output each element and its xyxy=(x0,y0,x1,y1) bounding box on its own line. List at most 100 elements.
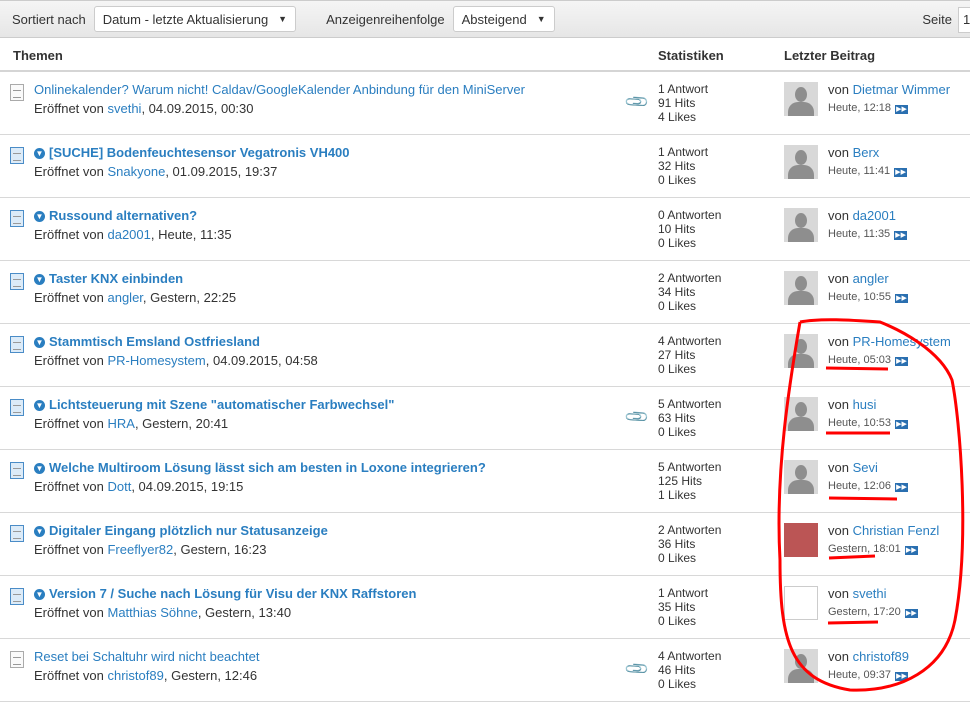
avatar[interactable] xyxy=(784,271,818,305)
replies-count: 5 Antworten xyxy=(658,397,722,411)
replies-count: 0 Antworten xyxy=(658,208,722,222)
thread-title-link[interactable]: Welche Multiroom Lösung lässt sich am be… xyxy=(49,460,486,475)
likes-count: 0 Likes xyxy=(658,362,697,376)
avatar[interactable] xyxy=(784,460,818,494)
thread-title-link[interactable]: Taster KNX einbinden xyxy=(49,271,183,286)
last-post-time: Heute, 10:55 ▶▶ xyxy=(828,291,908,303)
go-to-last-post-icon[interactable]: ▶▶ xyxy=(904,609,918,618)
last-time: Heute, 12:06 xyxy=(828,480,891,492)
last-post-time: Heute, 12:06 ▶▶ xyxy=(828,480,908,492)
author-link[interactable]: angler xyxy=(107,290,142,305)
first-unread-icon[interactable]: ▼ xyxy=(34,337,45,348)
author-link[interactable]: Snakyone xyxy=(107,164,165,179)
avatar[interactable] xyxy=(784,334,818,368)
first-unread-icon[interactable]: ▼ xyxy=(34,274,45,285)
order-select[interactable]: Absteigend ▼ xyxy=(452,6,555,32)
likes-count: 0 Likes xyxy=(658,236,697,250)
author-link[interactable]: Freeflyer82 xyxy=(107,542,173,557)
thread-opened: Eröffnet von Snakyone, 01.09.2015, 19:37 xyxy=(34,164,277,179)
go-to-last-post-icon[interactable]: ▶▶ xyxy=(895,672,908,681)
thread-title-link[interactable]: Stammtisch Emsland Ostfriesland xyxy=(49,334,260,349)
last-user-link[interactable]: angler xyxy=(853,271,889,286)
go-to-last-post-icon[interactable]: ▶▶ xyxy=(894,231,908,240)
avatar[interactable] xyxy=(784,82,818,116)
thread-title-link[interactable]: Version 7 / Suche nach Lösung für Visu d… xyxy=(49,586,416,601)
first-unread-icon[interactable]: ▼ xyxy=(34,148,45,159)
thread-title-link[interactable]: Russound alternativen? xyxy=(49,208,197,223)
last-time: Heute, 11:35 xyxy=(828,228,891,240)
avatar[interactable] xyxy=(784,649,818,683)
hits-count: 91 Hits xyxy=(658,96,696,110)
by-label: von xyxy=(828,649,853,664)
header-topics[interactable]: Themen xyxy=(13,48,63,63)
thread-document-icon xyxy=(10,147,24,164)
author-link[interactable]: Matthias Söhne xyxy=(107,605,197,620)
go-to-last-post-icon[interactable]: ▶▶ xyxy=(895,105,908,114)
first-unread-icon[interactable]: ▼ xyxy=(34,589,45,600)
thread-title-link[interactable]: Digitaler Eingang plötzlich nur Statusan… xyxy=(49,523,328,538)
author-link[interactable]: svethi xyxy=(107,101,141,116)
author-link[interactable]: da2001 xyxy=(107,227,150,242)
page-input[interactable]: 1 xyxy=(958,7,970,33)
last-user-link[interactable]: Berx xyxy=(853,145,880,160)
author-link[interactable]: Dott xyxy=(107,479,131,494)
last-user-link[interactable]: Dietmar Wimmer xyxy=(853,82,951,97)
author-link[interactable]: christof89 xyxy=(107,668,163,683)
go-to-last-post-icon[interactable]: ▶▶ xyxy=(895,294,908,303)
last-user-link[interactable]: Sevi xyxy=(853,460,878,475)
chevron-down-icon: ▼ xyxy=(536,14,546,24)
first-unread-icon[interactable]: ▼ xyxy=(34,526,45,537)
thread-title-link[interactable]: [SUCHE] Bodenfeuchtesensor Vegatronis VH… xyxy=(49,145,350,160)
header-last-post[interactable]: Letzter Beitrag xyxy=(784,48,875,63)
thread-opened: Eröffnet von HRA, Gestern, 20:41 xyxy=(34,416,228,431)
last-post-user: von Christian Fenzl xyxy=(828,523,939,538)
paperclip-icon[interactable]: 📎 xyxy=(623,403,651,431)
last-user-link[interactable]: husi xyxy=(853,397,877,412)
first-unread-icon[interactable]: ▼ xyxy=(34,211,45,222)
paperclip-icon[interactable]: 📎 xyxy=(623,655,651,683)
go-to-last-post-icon[interactable]: ▶▶ xyxy=(895,420,908,429)
thread-stats: 4 Antworten 27 Hits 0 Likes xyxy=(658,334,721,376)
go-to-last-post-icon[interactable]: ▶▶ xyxy=(895,483,908,492)
last-time: Heute, 10:55 xyxy=(828,291,891,303)
go-to-last-post-icon[interactable]: ▶▶ xyxy=(894,168,908,177)
by-label: von xyxy=(828,460,853,475)
by-label: von xyxy=(828,397,853,412)
thread-title-link[interactable]: Reset bei Schaltuhr wird nicht beachtet xyxy=(34,649,259,664)
avatar[interactable] xyxy=(784,145,818,179)
first-unread-icon[interactable]: ▼ xyxy=(34,400,45,411)
go-to-last-post-icon[interactable]: ▶▶ xyxy=(904,546,918,555)
paperclip-icon[interactable]: 📎 xyxy=(623,88,651,116)
replies-count: 1 Antwort xyxy=(658,145,709,159)
go-to-last-post-icon[interactable]: ▶▶ xyxy=(895,357,908,366)
avatar[interactable] xyxy=(784,523,818,557)
last-user-link[interactable]: christof89 xyxy=(853,649,909,664)
avatar[interactable] xyxy=(784,397,818,431)
thread-title-link[interactable]: Lichtsteuerung mit Szene "automatischer … xyxy=(49,397,394,412)
header-stats[interactable]: Statistiken xyxy=(658,48,724,63)
author-link[interactable]: HRA xyxy=(107,416,134,431)
order-label: Anzeigenreihenfolge xyxy=(326,11,445,27)
last-post-user: von PR-Homesystem xyxy=(828,334,951,349)
last-user-link[interactable]: da2001 xyxy=(853,208,896,223)
last-time: Heute, 05:03 xyxy=(828,354,891,366)
avatar[interactable] xyxy=(784,208,818,242)
avatar[interactable] xyxy=(784,586,818,620)
thread-title-line: ▼ Russound alternativen? xyxy=(34,208,197,223)
author-link[interactable]: PR-Homesystem xyxy=(107,353,205,368)
last-post-user: von angler xyxy=(828,271,889,286)
thread-document-icon xyxy=(10,588,24,605)
last-user-link[interactable]: Christian Fenzl xyxy=(853,523,940,538)
opened-date: , Heute, 11:35 xyxy=(150,227,232,242)
thread-title-link[interactable]: Onlinekalender? Warum nicht! Caldav/Goog… xyxy=(34,82,525,97)
thread-opened: Eröffnet von PR-Homesystem, 04.09.2015, … xyxy=(34,353,318,368)
hits-count: 10 Hits xyxy=(658,222,696,236)
last-user-link[interactable]: svethi xyxy=(853,586,887,601)
thread-title-line: ▼ Version 7 / Suche nach Lösung für Visu … xyxy=(34,586,416,601)
first-unread-icon[interactable]: ▼ xyxy=(34,463,45,474)
last-time: Heute, 10:53 xyxy=(828,417,891,429)
thread-row: Onlinekalender? Warum nicht! Caldav/Goog… xyxy=(0,72,970,135)
replies-count: 2 Antworten xyxy=(658,523,722,537)
sort-select[interactable]: Datum - letzte Aktualisierung ▼ xyxy=(93,6,297,32)
last-user-link[interactable]: PR-Homesystem xyxy=(853,334,951,349)
